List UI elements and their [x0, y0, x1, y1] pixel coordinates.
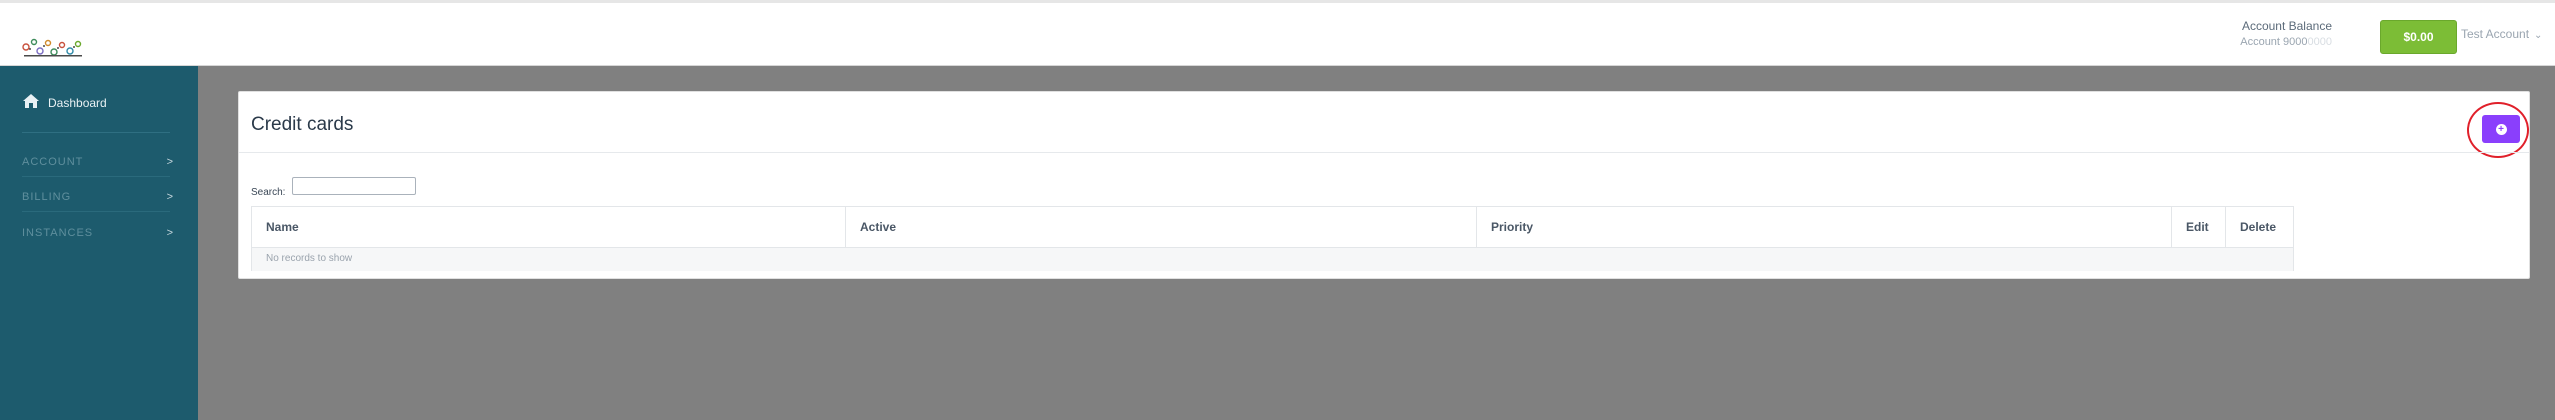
search-label: Search: [251, 187, 286, 198]
page-title: Credit cards [251, 114, 354, 135]
sidebar-item-instances[interactable]: INSTANCES > [22, 227, 174, 239]
sidebar-item-label: INSTANCES [22, 227, 94, 239]
sidebar-divider [22, 211, 170, 212]
highlight-annotation [2467, 102, 2529, 158]
sidebar: Dashboard ACCOUNT > BILLING > INSTANCES … [0, 66, 198, 420]
column-header-edit[interactable]: Edit [2172, 207, 2226, 247]
column-header-active[interactable]: Active [846, 207, 1477, 247]
balance-button[interactable]: $0.00 [2380, 20, 2457, 54]
column-header-name[interactable]: Name [252, 207, 846, 247]
home-icon [23, 94, 39, 108]
user-menu[interactable]: Test Account ⌄ [2461, 27, 2542, 41]
logo[interactable] [20, 33, 86, 61]
credit-cards-panel: Credit cards + Search: Name Active Prior… [238, 91, 2530, 279]
chevron-down-icon: ⌄ [2534, 30, 2543, 41]
sidebar-item-label: ACCOUNT [22, 156, 84, 168]
account-balance: Account Balance Account 90000000 [2240, 19, 2332, 48]
sidebar-item-label: BILLING [22, 191, 72, 203]
column-header-priority[interactable]: Priority [1477, 207, 2172, 247]
panel-divider [239, 152, 2529, 153]
chevron-right-icon: > [166, 191, 174, 203]
sidebar-item-billing[interactable]: BILLING > [22, 191, 174, 203]
search-input[interactable] [292, 177, 416, 195]
account-balance-label: Account Balance [2241, 19, 2332, 33]
sidebar-divider [22, 176, 170, 177]
sidebar-item-label: Dashboard [48, 96, 107, 110]
credit-cards-table: Name Active Priority Edit Delete No reco… [251, 206, 2294, 271]
user-name: Test Account [2461, 27, 2530, 41]
sidebar-divider [22, 132, 170, 133]
top-bar: Account Balance Account 90000000 $0.00 T… [0, 0, 2555, 66]
column-header-delete[interactable]: Delete [2226, 207, 2293, 247]
chevron-right-icon: > [166, 227, 174, 239]
empty-table-message: No records to show [252, 247, 2293, 271]
sidebar-item-dashboard[interactable]: Dashboard [22, 92, 107, 110]
chevron-right-icon: > [166, 156, 174, 168]
sidebar-item-account[interactable]: ACCOUNT > [22, 156, 174, 168]
account-number: Account 90000000 [2240, 36, 2332, 48]
account-number-redacted: 0000 [2307, 36, 2332, 48]
